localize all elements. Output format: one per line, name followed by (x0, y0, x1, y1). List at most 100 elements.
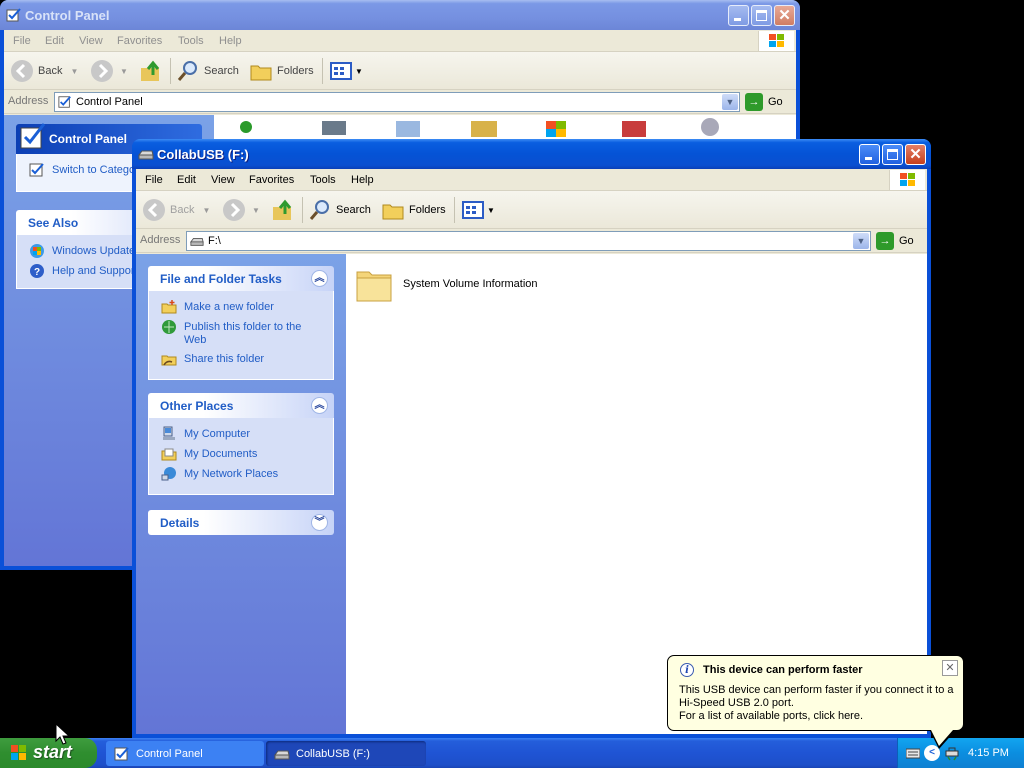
control-panel-applet-icons (240, 118, 719, 137)
address-value: Control Panel (76, 96, 143, 108)
taskbar: start Control Panel CollabUSB (F:) < 4:1… (0, 738, 1024, 768)
menu-tools[interactable]: Tools (178, 35, 204, 47)
address-value: F:\ (208, 235, 221, 247)
folders-button[interactable]: Folders (249, 59, 314, 83)
maximize-button[interactable] (751, 5, 772, 26)
explorer-titlebar[interactable]: CollabUSB (F:) ✕ (132, 139, 931, 169)
explorer-title: CollabUSB (F:) (157, 147, 249, 162)
menu-help[interactable]: Help (219, 35, 242, 47)
menu-tools[interactable]: Tools (310, 174, 336, 186)
mouse-cursor-icon (55, 723, 69, 745)
address-input[interactable]: Control Panel ▼ (54, 92, 740, 112)
drive-icon (274, 750, 290, 760)
chevron-down-icon[interactable]: ▼ (853, 233, 869, 249)
my-network-places-link[interactable]: My Network Places (161, 466, 325, 482)
search-button[interactable]: Search (308, 198, 371, 222)
explorer-window[interactable]: CollabUSB (F:) ✕ File Edit View Favorite… (132, 139, 931, 738)
minimize-button[interactable] (728, 5, 749, 26)
folders-button[interactable]: Folders (381, 198, 446, 222)
taskbar-collabusb[interactable]: CollabUSB (F:) (266, 741, 426, 766)
forward-button[interactable]: ▼ (222, 198, 260, 222)
menu-favorites[interactable]: Favorites (249, 174, 294, 186)
go-button[interactable]: → Go (876, 232, 914, 250)
control-panel-menubar: File Edit View Favorites Tools Help (4, 30, 796, 52)
system-tray: < 4:15 PM (897, 738, 1024, 768)
address-label: Address (140, 234, 181, 246)
publish-folder-link[interactable]: Publish this folder to the Web (161, 319, 325, 347)
forward-button[interactable]: ▼ (90, 59, 128, 83)
toolbar-separator (322, 58, 323, 84)
address-input[interactable]: F:\ ▼ (186, 231, 871, 251)
views-button[interactable]: ▼ (461, 198, 495, 222)
close-icon: ✕ (909, 146, 922, 163)
menu-file[interactable]: File (145, 174, 163, 186)
control-panel-address-bar: Address Control Panel ▼ → Go (4, 90, 796, 114)
details-box: Details ︾ (148, 510, 334, 535)
clock[interactable]: 4:15 PM (968, 747, 1009, 759)
back-dropdown-icon: ▼ (202, 205, 211, 215)
folder-item[interactable]: System Volume Information (354, 264, 614, 304)
menu-file[interactable]: File (13, 35, 31, 47)
back-arrow-icon (11, 60, 33, 82)
details-header[interactable]: Details ︾ (148, 510, 334, 535)
menu-view[interactable]: View (79, 35, 103, 47)
menu-edit[interactable]: Edit (45, 35, 64, 47)
menu-edit[interactable]: Edit (177, 174, 196, 186)
maximize-button[interactable] (882, 144, 903, 165)
my-computer-link[interactable]: My Computer (161, 426, 325, 442)
toolbar-separator (302, 197, 303, 223)
start-button[interactable]: start (0, 738, 97, 768)
drive-icon (138, 150, 154, 160)
forward-arrow-icon (91, 60, 113, 82)
start-label: start (33, 742, 73, 762)
windows-logo-icon (758, 31, 794, 51)
menu-help[interactable]: Help (351, 174, 374, 186)
notification-balloon[interactable]: i This device can perform faster ✕ This … (667, 655, 964, 749)
balloon-message[interactable]: This USB device can perform faster if yo… (679, 684, 959, 723)
menu-favorites[interactable]: Favorites (117, 35, 162, 47)
close-button[interactable]: ✕ (905, 144, 926, 165)
address-label: Address (8, 95, 49, 107)
views-icon (462, 201, 484, 219)
keyboard-icon[interactable] (906, 747, 920, 759)
my-documents-link[interactable]: My Documents (161, 446, 325, 462)
collapse-chevron-icon[interactable]: ︽ (311, 397, 328, 414)
forward-arrow-icon (223, 199, 245, 221)
search-button[interactable]: Search (176, 59, 239, 83)
menu-view[interactable]: View (211, 174, 235, 186)
explorer-client: File Edit View Favorites Tools Help Back… (136, 169, 927, 734)
make-new-folder-link[interactable]: Make a new folder (161, 299, 325, 315)
toolbar-separator (170, 58, 171, 84)
chevron-down-icon[interactable]: ▼ (722, 94, 738, 110)
toolbar-separator (454, 197, 455, 223)
folder-icon (356, 271, 392, 302)
network-places-icon (161, 467, 176, 481)
control-panel-titlebar[interactable]: Control Panel ✕ (0, 0, 800, 30)
views-button[interactable]: ▼ (329, 59, 363, 83)
collapse-chevron-icon[interactable]: ︽ (311, 270, 328, 287)
other-places-header[interactable]: Other Places ︽ (148, 393, 334, 418)
up-folder-button[interactable] (139, 59, 163, 83)
file-folder-tasks-header[interactable]: File and Folder Tasks ︽ (148, 266, 334, 291)
back-button[interactable]: Back ▼ (142, 198, 210, 222)
share-folder-icon (161, 355, 177, 366)
share-folder-link[interactable]: Share this folder (161, 351, 325, 367)
info-icon: i (680, 663, 694, 677)
close-icon: ✕ (778, 7, 791, 24)
minimize-button[interactable] (859, 144, 880, 165)
back-button[interactable]: Back ▼ (10, 59, 78, 83)
minimize-icon (865, 157, 872, 160)
publish-web-icon (162, 320, 176, 334)
taskbar-control-panel[interactable]: Control Panel (106, 741, 264, 766)
balloon-link-line[interactable]: For a list of available ports, click her… (679, 710, 959, 723)
control-panel-icon (58, 96, 71, 108)
go-button[interactable]: → Go (745, 93, 783, 111)
balloon-close-button[interactable]: ✕ (942, 660, 958, 676)
back-arrow-icon (143, 199, 165, 221)
up-folder-button[interactable] (271, 198, 295, 222)
expand-chevron-icon[interactable]: ︾ (311, 514, 328, 531)
explorer-address-bar: Address F:\ ▼ → Go (136, 229, 927, 253)
close-button[interactable]: ✕ (774, 5, 795, 26)
balloon-title: This device can perform faster (703, 664, 863, 676)
maximize-icon (756, 10, 767, 21)
